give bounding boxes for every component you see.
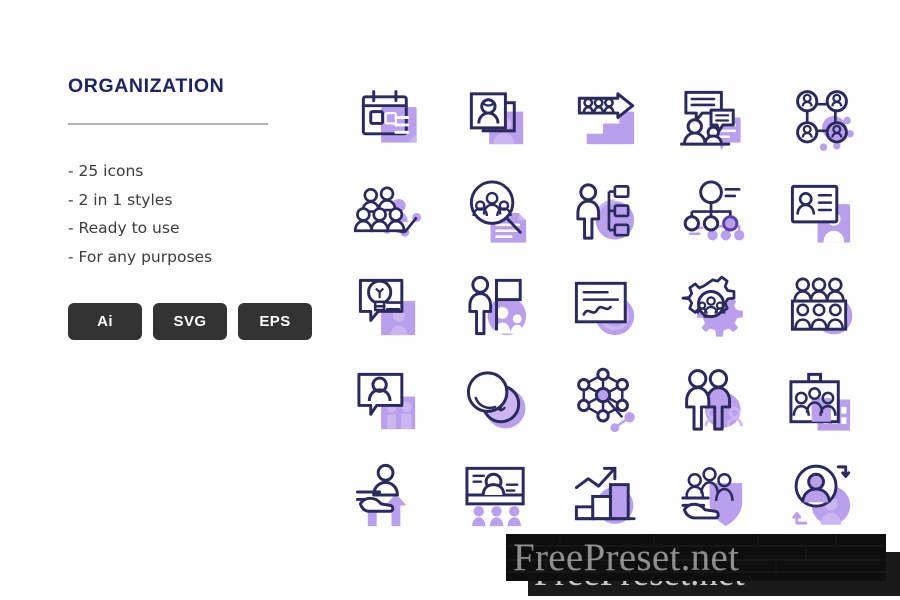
audience-seats-icon[interactable] (768, 260, 876, 354)
video-conference-icon[interactable] (336, 354, 444, 448)
feature-item: - Ready to use (68, 219, 180, 238)
format-badges: Ai SVG EPS (68, 302, 312, 340)
feature-item: - 2 in 1 styles (68, 190, 173, 209)
feature-item: - For any purposes (68, 247, 213, 266)
icon-grid (336, 72, 876, 542)
preview-canvas: ORGANIZATION - 25 icons - 2 in 1 styles … (0, 0, 900, 600)
brick-texture (506, 534, 886, 581)
workforce-group-icon[interactable] (336, 166, 444, 260)
performance-report-icon[interactable] (552, 260, 660, 354)
network-nodes-icon[interactable] (552, 354, 660, 448)
employee-profile-card-icon[interactable] (444, 72, 552, 166)
badge-svg[interactable]: SVG (153, 302, 227, 340)
meeting-discussion-icon[interactable] (660, 72, 768, 166)
employee-workflow-icon[interactable] (552, 166, 660, 260)
employee-turnover-icon[interactable] (768, 448, 876, 542)
watermark-primary: FreePreset.net (506, 534, 886, 581)
feature-list: - 25 icons - 2 in 1 styles - Ready to us… (68, 157, 278, 270)
team-growth-arrow-icon[interactable] (552, 72, 660, 166)
growth-chart-icon[interactable] (552, 448, 660, 542)
payroll-coins-icon[interactable] (444, 354, 552, 448)
candidate-search-icon[interactable] (444, 166, 552, 260)
page-title: ORGANIZATION (68, 75, 225, 97)
team-protection-icon[interactable] (660, 448, 768, 542)
feature-item: - 25 icons (68, 162, 144, 181)
idea-chat-bulb-icon[interactable] (336, 260, 444, 354)
leader-flag-icon[interactable] (444, 260, 552, 354)
team-settings-gear-icon[interactable] (660, 260, 768, 354)
employee-support-icon[interactable] (336, 448, 444, 542)
calendar-schedule-icon[interactable] (336, 72, 444, 166)
partners-pair-icon[interactable] (660, 354, 768, 448)
title-divider (68, 123, 268, 126)
badge-ai[interactable]: Ai (68, 302, 142, 340)
id-badge-icon[interactable] (768, 166, 876, 260)
info-panel: ORGANIZATION - 25 icons - 2 in 1 styles … (68, 75, 312, 340)
online-training-icon[interactable] (444, 448, 552, 542)
team-network-grid-icon[interactable] (768, 72, 876, 166)
badge-eps[interactable]: EPS (238, 302, 312, 340)
company-office-icon[interactable] (768, 354, 876, 448)
org-hierarchy-icon[interactable] (660, 166, 768, 260)
